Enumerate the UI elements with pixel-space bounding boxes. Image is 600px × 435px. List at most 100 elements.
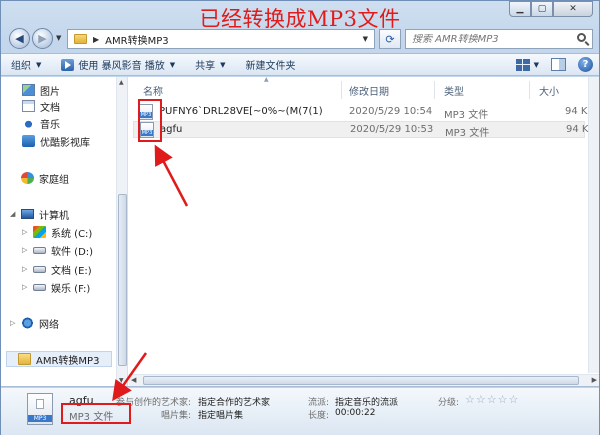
- command-bar: 组织 ▼ 使用 暴风影音 播放 ▼ 共享 ▼ 新建文件夹 ▼ ?: [1, 53, 599, 76]
- annotation-highlight-type: [61, 403, 131, 424]
- share-menu[interactable]: 共享 ▼: [185, 54, 235, 75]
- album-value[interactable]: 指定唱片集: [198, 408, 243, 421]
- system-drive-icon: [33, 226, 46, 238]
- close-button[interactable]: ✕: [553, 1, 593, 17]
- contributing-artists-value[interactable]: 指定合作的艺术家: [198, 395, 270, 408]
- organize-label: 组织: [11, 61, 31, 72]
- nav-item-documents[interactable]: 文档: [22, 98, 60, 114]
- column-divider[interactable]: [529, 81, 530, 99]
- recent-pages-dropdown-icon[interactable]: ▼: [56, 34, 61, 42]
- address-bar[interactable]: ▶ AMR转换MP3 ▼: [67, 29, 375, 49]
- rating-label: 分级:: [437, 398, 459, 408]
- nav-item-pictures[interactable]: 图片: [22, 82, 60, 98]
- maximize-button[interactable]: ▢: [531, 1, 553, 17]
- chevron-down-icon: ▼: [220, 60, 226, 69]
- folder-icon: [74, 34, 87, 44]
- refresh-button[interactable]: ⟳: [379, 29, 401, 49]
- view-options-chevron-icon[interactable]: ▼: [534, 61, 539, 69]
- play-with-label: 使用 暴风影音 播放: [78, 61, 165, 72]
- navigation-pane: 图片 文档 音乐 优酷影视库 家庭组 ◢ 计算机 ▷ 系统 (C:) ▷ 软件 …: [1, 77, 128, 386]
- column-divider[interactable]: [434, 81, 435, 99]
- nav-item-label: 图片: [40, 86, 60, 98]
- collapse-arrow-icon[interactable]: ▷: [22, 283, 30, 291]
- nav-item-label: 软件 (D:): [51, 246, 94, 258]
- explorer-window: 已经转换成MP3文件 ▁ ▢ ✕ ◀ ▶ ▼ ▶ AMR转换MP3 ▼ ⟳ 组织…: [0, 0, 600, 435]
- nav-item-homegroup[interactable]: 家庭组: [10, 170, 69, 186]
- nav-item-drive-c[interactable]: ▷ 系统 (C:): [22, 224, 92, 240]
- forward-arrow-icon: ▶: [38, 32, 47, 45]
- collapse-arrow-icon[interactable]: ▷: [22, 228, 30, 236]
- address-row: ◀ ▶ ▼ ▶ AMR转换MP3 ▼ ⟳: [1, 28, 599, 50]
- play-with-button[interactable]: 使用 暴风影音 播放 ▼: [51, 54, 185, 75]
- back-button[interactable]: ◀: [9, 28, 30, 49]
- breadcrumb-current[interactable]: AMR转换MP3: [105, 32, 168, 47]
- nav-item-video-library[interactable]: 优酷影视库: [22, 133, 90, 149]
- nav-item-music[interactable]: 音乐: [22, 115, 60, 131]
- change-view-icon[interactable]: [515, 58, 530, 71]
- column-header-size[interactable]: 大小: [539, 81, 559, 99]
- window-controls: ▁ ▢ ✕: [509, 1, 593, 17]
- file-date: 2020/5/29 10:54: [349, 106, 433, 117]
- minimize-button[interactable]: ▁: [509, 1, 531, 17]
- file-name: PUFNY6`DRL28VE[~0%~(M(7(1): [159, 106, 323, 117]
- nav-item-label: 计算机: [39, 210, 69, 222]
- annotation-highlight-icons: [138, 99, 162, 142]
- hard-drive-icon: [33, 246, 46, 254]
- file-icon-label: MP3: [28, 415, 52, 422]
- file-name: agfu: [160, 124, 183, 135]
- collapse-arrow-icon[interactable]: ▷: [22, 246, 30, 254]
- share-label: 共享: [195, 61, 216, 72]
- nav-item-computer[interactable]: ◢ 计算机: [10, 206, 69, 222]
- file-row-selected[interactable]: agfu 2020/5/29 10:53 MP3 文件 94 KB: [133, 121, 595, 139]
- forward-button[interactable]: ▶: [32, 28, 53, 49]
- refresh-icon: ⟳: [385, 32, 395, 46]
- help-icon[interactable]: ?: [578, 57, 593, 72]
- scroll-left-icon[interactable]: ◀: [131, 376, 136, 384]
- search-box[interactable]: [405, 29, 593, 49]
- nav-item-label: 网络: [39, 319, 59, 331]
- search-input[interactable]: [412, 33, 572, 45]
- computer-icon: [21, 209, 34, 219]
- nav-item-label: 文档: [40, 102, 60, 114]
- nav-item-network[interactable]: ▷ 网络: [10, 315, 59, 331]
- collapse-arrow-icon[interactable]: ▷: [22, 265, 30, 273]
- navigation-scrollbar[interactable]: ▲ ▼: [116, 77, 127, 386]
- address-dropdown-icon[interactable]: ▼: [363, 35, 368, 43]
- file-type: MP3 文件: [444, 110, 489, 121]
- horizontal-scrollbar[interactable]: ◀ ▶: [129, 374, 599, 386]
- preview-pane-icon[interactable]: [551, 58, 566, 71]
- nav-item-drive-d[interactable]: ▷ 软件 (D:): [22, 242, 93, 258]
- nav-item-drive-f[interactable]: ▷ 娱乐 (F:): [22, 279, 90, 295]
- scroll-right-icon[interactable]: ▶: [592, 376, 597, 384]
- chevron-down-icon: ▼: [169, 60, 176, 69]
- scrollbar-thumb[interactable]: [118, 194, 127, 366]
- column-header-type[interactable]: 类型: [444, 81, 464, 99]
- rating-stars[interactable]: ☆☆☆☆☆: [465, 393, 519, 406]
- close-icon: ✕: [569, 4, 577, 14]
- column-header-name[interactable]: 名称: [143, 81, 163, 99]
- genre-value[interactable]: 指定音乐的流派: [335, 395, 398, 408]
- file-type: MP3 文件: [445, 128, 490, 139]
- nav-item-label: AMR转换MP3: [36, 355, 100, 367]
- expand-arrow-icon[interactable]: ◢: [10, 210, 18, 218]
- hard-drive-icon: [33, 265, 46, 273]
- column-header-date[interactable]: 修改日期: [349, 81, 389, 99]
- new-folder-button[interactable]: 新建文件夹: [236, 54, 306, 75]
- nav-item-current-folder[interactable]: AMR转换MP3: [6, 351, 112, 367]
- homegroup-icon: [21, 172, 34, 184]
- video-library-icon: [22, 135, 35, 147]
- scroll-up-icon[interactable]: ▲: [119, 79, 124, 86]
- file-row[interactable]: PUFNY6`DRL28VE[~0%~(M(7(1) 2020/5/29 10:…: [133, 104, 594, 121]
- collapse-arrow-icon[interactable]: ▷: [10, 319, 18, 327]
- search-icon[interactable]: [577, 33, 586, 42]
- file-list-scrollbar[interactable]: [588, 77, 599, 373]
- scroll-down-icon[interactable]: ▼: [119, 377, 124, 384]
- nav-item-label: 家庭组: [39, 174, 69, 186]
- column-divider[interactable]: [341, 81, 342, 99]
- nav-item-drive-e[interactable]: ▷ 文档 (E:): [22, 261, 92, 277]
- documents-icon: [22, 100, 35, 112]
- scrollbar-thumb[interactable]: [143, 376, 579, 385]
- breadcrumb-separator-icon[interactable]: ▶: [93, 35, 99, 44]
- organize-menu[interactable]: 组织 ▼: [1, 54, 51, 75]
- network-icon: [21, 317, 34, 329]
